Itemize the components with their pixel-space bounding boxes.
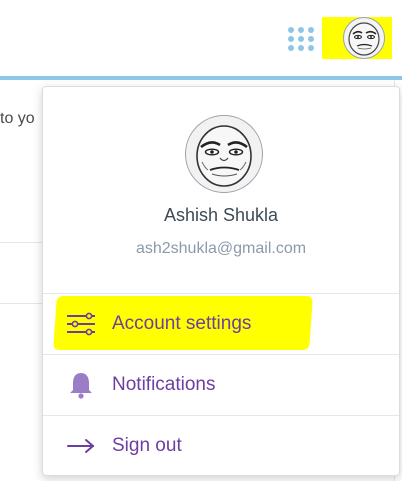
apps-grid-icon[interactable] [287,26,317,52]
menu-item-sign-out[interactable]: Sign out [43,416,399,476]
menu-item-notifications[interactable]: Notifications [43,355,399,415]
arrow-right-icon [67,439,95,453]
meme-face-icon [348,22,380,56]
profile-avatar [185,115,263,193]
header-avatar[interactable] [343,17,385,59]
user-menu-dropdown: Ashish Shukla ash2shukla@gmail.com Accou… [42,86,400,476]
header-avatar-highlight[interactable] [322,17,392,59]
page-divider [0,303,44,304]
meme-face-icon [196,125,252,187]
sign-out-label: Sign out [112,435,182,456]
page-peek-text: to yo [0,110,35,127]
profile-name: Ashish Shukla [163,205,279,225]
bell-icon [70,373,92,399]
page-divider [0,242,44,243]
profile-email: ash2shukla@gmail.com [135,240,307,257]
menu-item-account-settings[interactable]: Account settings [43,294,399,354]
top-header-bar [0,0,402,80]
sliders-icon [67,312,95,336]
notifications-label: Notifications [112,374,216,395]
account-settings-label: Account settings [112,313,252,334]
